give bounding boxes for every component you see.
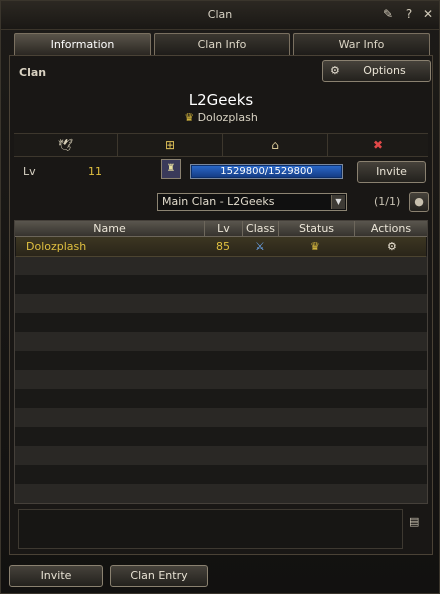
crown-icon: ♛ xyxy=(184,111,195,124)
notice-book-icon[interactable]: ▤ xyxy=(409,515,419,528)
gift-icon[interactable]: ⊞ xyxy=(118,134,223,156)
member-name: Dolozplash xyxy=(26,240,87,253)
clan-exp-bar: 1529800/1529800 xyxy=(190,164,343,179)
member-list: Name Lv Class Status Actions Dolozplash … xyxy=(14,220,428,504)
section-label: Clan xyxy=(19,66,47,79)
tab-war-info[interactable]: War Info xyxy=(293,33,430,55)
leader-name: Dolozplash xyxy=(197,111,258,124)
list-stripe xyxy=(15,503,427,504)
member-count: (1/1) xyxy=(374,195,401,208)
list-header: Name Lv Class Status Actions xyxy=(15,221,427,237)
member-level: 85 xyxy=(216,240,230,253)
tab-bar: Information Clan Info War Info xyxy=(14,33,430,55)
title-bar[interactable]: Clan ✎ ? ✕ xyxy=(1,1,439,30)
list-stripe xyxy=(15,275,427,294)
close-icon[interactable]: ✕ xyxy=(421,7,435,21)
list-stripe xyxy=(15,446,427,465)
exp-text: 1529800/1529800 xyxy=(220,166,313,177)
war-icon[interactable]: ✖ xyxy=(328,134,428,156)
clan-icon-bar: 🕊 ⊞ ⌂ ✖ xyxy=(14,133,428,157)
level-label: Lv xyxy=(23,165,36,178)
help-icon[interactable]: ? xyxy=(402,7,416,21)
header-status[interactable]: Status xyxy=(279,221,355,236)
list-stripe xyxy=(15,484,427,503)
bird-icon[interactable]: 🕊 xyxy=(14,134,118,156)
tab-information[interactable]: Information xyxy=(14,33,151,55)
pin-icon[interactable]: ✎ xyxy=(381,7,395,21)
header-class[interactable]: Class xyxy=(243,221,279,236)
member-icon[interactable]: ● xyxy=(409,192,429,212)
header-lv[interactable]: Lv xyxy=(205,221,243,236)
invite-button-top[interactable]: Invite xyxy=(357,161,426,183)
gear-icon: ⚙ xyxy=(330,64,340,77)
list-stripe xyxy=(15,408,427,427)
clan-notice-box[interactable] xyxy=(18,509,403,549)
list-stripe xyxy=(15,332,427,351)
options-label: Options xyxy=(363,64,406,77)
list-stripe xyxy=(15,465,427,484)
member-actions-gear-icon[interactable]: ⚙ xyxy=(387,237,397,256)
list-stripe xyxy=(15,256,427,275)
table-row[interactable]: Dolozplash 85 ⚔ ♛ ⚙ xyxy=(16,237,426,257)
invite-button-bottom[interactable]: Invite xyxy=(9,565,103,587)
clan-name: L2Geeks xyxy=(188,91,254,109)
list-stripe xyxy=(15,389,427,408)
list-stripe xyxy=(15,427,427,446)
clan-entry-button[interactable]: Clan Entry xyxy=(110,565,208,587)
list-stripe xyxy=(15,294,427,313)
options-button[interactable]: ⚙ Options xyxy=(322,60,431,82)
castle-icon[interactable]: ⌂ xyxy=(223,134,328,156)
header-name[interactable]: Name xyxy=(15,221,205,236)
subclan-select[interactable]: Main Clan - L2Geeks ▼ xyxy=(157,193,347,211)
clan-window: Clan ✎ ? ✕ Information Clan Info War Inf… xyxy=(0,0,440,594)
level-value: 11 xyxy=(88,165,102,178)
list-stripe xyxy=(15,313,427,332)
subclan-selected: Main Clan - L2Geeks xyxy=(162,195,275,208)
list-stripe xyxy=(15,370,427,389)
leader-status-icon: ♛ xyxy=(310,240,320,253)
clan-leader: ♛ Dolozplash xyxy=(1,111,440,124)
list-stripe xyxy=(15,351,427,370)
class-icon: ⚔ xyxy=(255,240,265,253)
tab-clan-info[interactable]: Clan Info xyxy=(154,33,290,55)
chevron-down-icon[interactable]: ▼ xyxy=(331,195,345,209)
window-title: Clan xyxy=(207,8,233,21)
crest-icon[interactable]: ♜ xyxy=(161,159,181,179)
header-actions[interactable]: Actions xyxy=(355,221,427,236)
